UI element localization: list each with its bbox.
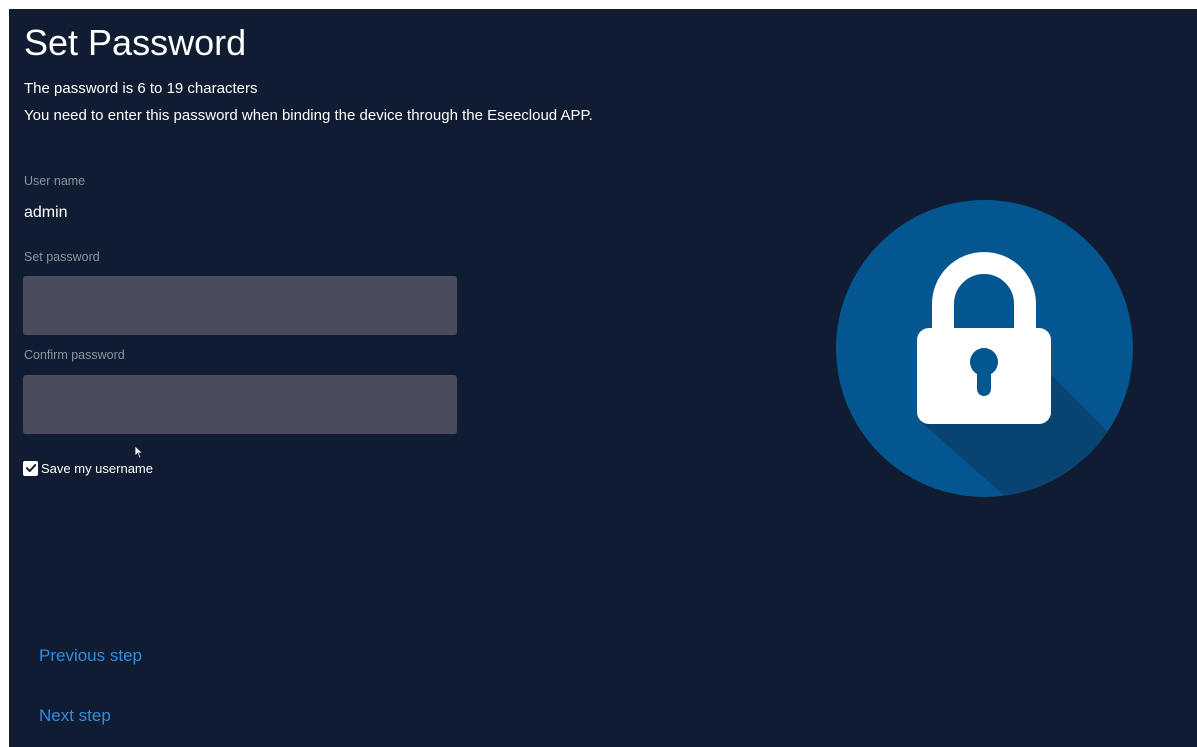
confirm-password-input[interactable] [23, 375, 457, 434]
page-title: Set Password [24, 22, 247, 63]
save-username-checkbox[interactable]: Save my username [23, 459, 153, 477]
password-length-hint: The password is 6 to 19 characters [24, 80, 258, 97]
next-step-link[interactable]: Next step [39, 704, 111, 728]
set-password-label: Set password [24, 250, 100, 264]
username-label: User name [24, 174, 86, 188]
padlock-icon [836, 200, 1133, 497]
binding-hint: You need to enter this password when bin… [24, 107, 593, 124]
set-password-input[interactable] [23, 276, 457, 335]
previous-step-link[interactable]: Previous step [39, 644, 142, 668]
save-username-label: Save my username [41, 460, 153, 476]
confirm-password-label: Confirm password [24, 348, 125, 362]
mouse-pointer-icon [134, 445, 144, 459]
set-password-screen: Set Password The password is 6 to 19 cha… [9, 9, 1197, 747]
username-value: admin [24, 204, 68, 221]
checkbox-checked-icon[interactable] [23, 460, 38, 476]
